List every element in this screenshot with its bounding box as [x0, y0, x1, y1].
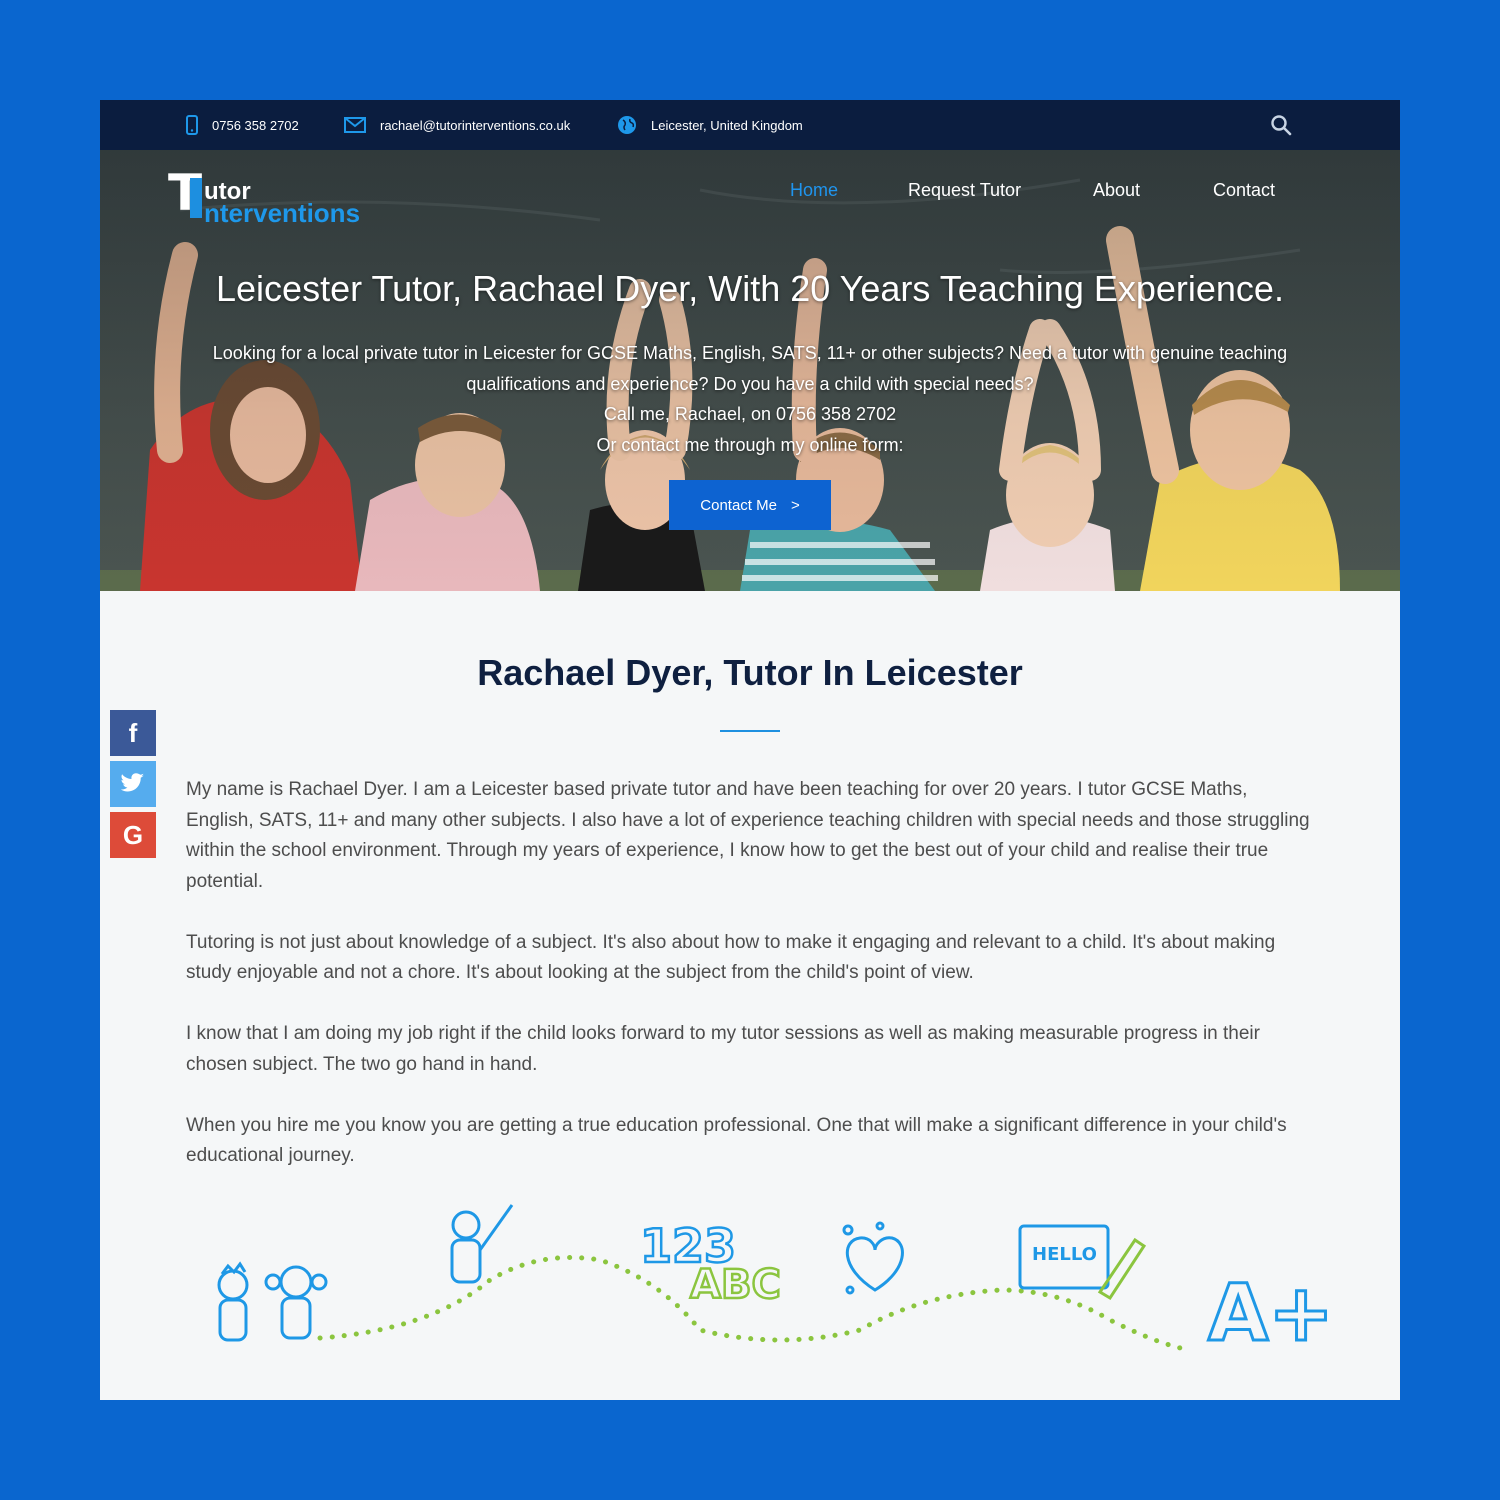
a-plus-doodle-icon: A+	[1207, 1268, 1336, 1361]
contact-me-button[interactable]: Contact Me >	[669, 480, 831, 530]
main-navigation: Home Request Tutor About Contact	[100, 180, 1400, 204]
teacher-doodle-icon	[450, 1204, 514, 1284]
twitter-share-button[interactable]	[110, 761, 156, 807]
phone-contact[interactable]: 0756 358 2702	[186, 100, 299, 150]
doodle-hello: HELLO	[1032, 1244, 1097, 1265]
contact-me-label: Contact Me	[700, 496, 777, 514]
children-doodle-icon	[217, 1261, 328, 1342]
hero-title: Leicester Tutor, Rachael Dyer, With 20 Y…	[216, 268, 1284, 309]
heading-divider	[720, 730, 780, 732]
hero-call-line: Call me, Rachael, on 0756 358 2702	[603, 404, 897, 424]
about-text: My name is Rachael Dyer. I am a Leiceste…	[186, 775, 1314, 1202]
facebook-icon: f	[128, 717, 138, 748]
google-icon: G	[122, 819, 144, 850]
paragraph-3: I know that I am doing my job right if t…	[186, 1023, 1260, 1075]
facebook-share-button[interactable]: f	[110, 710, 156, 756]
paragraph-2: Tutoring is not just about knowledge of …	[186, 931, 1276, 984]
globe-icon	[617, 115, 637, 135]
paragraph-1: My name is Rachael Dyer. I am a Leiceste…	[186, 779, 1310, 892]
doodle-letters: ABC	[690, 1262, 781, 1308]
chevron-right-icon: >	[790, 496, 800, 514]
hero-intro: Looking for a local private tutor in Lei…	[212, 343, 1288, 394]
hero-subtext: Looking for a local private tutor in Lei…	[180, 338, 1320, 460]
nav-home[interactable]: Home	[790, 180, 838, 201]
google-share-button[interactable]: G	[110, 812, 156, 858]
paragraph-4: When you hire me you know you are gettin…	[186, 1114, 1287, 1167]
website-frame: 0756 358 2702 rachael@tutorinterventions…	[100, 100, 1400, 1400]
hero-banner: T utor nterventions Home Request Tutor A…	[100, 150, 1400, 591]
numbers-letters-doodle-icon: 123 ABC	[639, 1218, 782, 1310]
phone-icon	[186, 115, 198, 135]
hello-board-doodle-icon: HELLO	[1018, 1224, 1147, 1301]
doodle-grade: A+	[1208, 1269, 1334, 1359]
nav-contact[interactable]: Contact	[1213, 180, 1275, 201]
hero-form-line: Or contact me through my online form:	[596, 434, 904, 455]
education-doodles: 123 ABC HELLO A+	[217, 1204, 1336, 1361]
email-contact[interactable]: rachael@tutorinterventions.co.uk	[344, 100, 570, 150]
section-heading: Rachael Dyer, Tutor In Leicester	[477, 652, 1023, 693]
location-contact: Leicester, United Kingdom	[617, 100, 803, 150]
search-icon[interactable]	[1270, 114, 1292, 136]
nav-request-tutor[interactable]: Request Tutor	[908, 180, 1021, 201]
location-text: Leicester, United Kingdom	[651, 117, 803, 133]
mail-icon	[344, 117, 366, 133]
phone-number: 0756 358 2702	[212, 117, 299, 133]
heart-doodle-icon	[842, 1221, 904, 1295]
twitter-icon	[120, 769, 145, 800]
email-address: rachael@tutorinterventions.co.uk	[380, 117, 571, 133]
nav-about[interactable]: About	[1093, 180, 1140, 201]
top-contact-bar: 0756 358 2702 rachael@tutorinterventions…	[100, 100, 1400, 150]
